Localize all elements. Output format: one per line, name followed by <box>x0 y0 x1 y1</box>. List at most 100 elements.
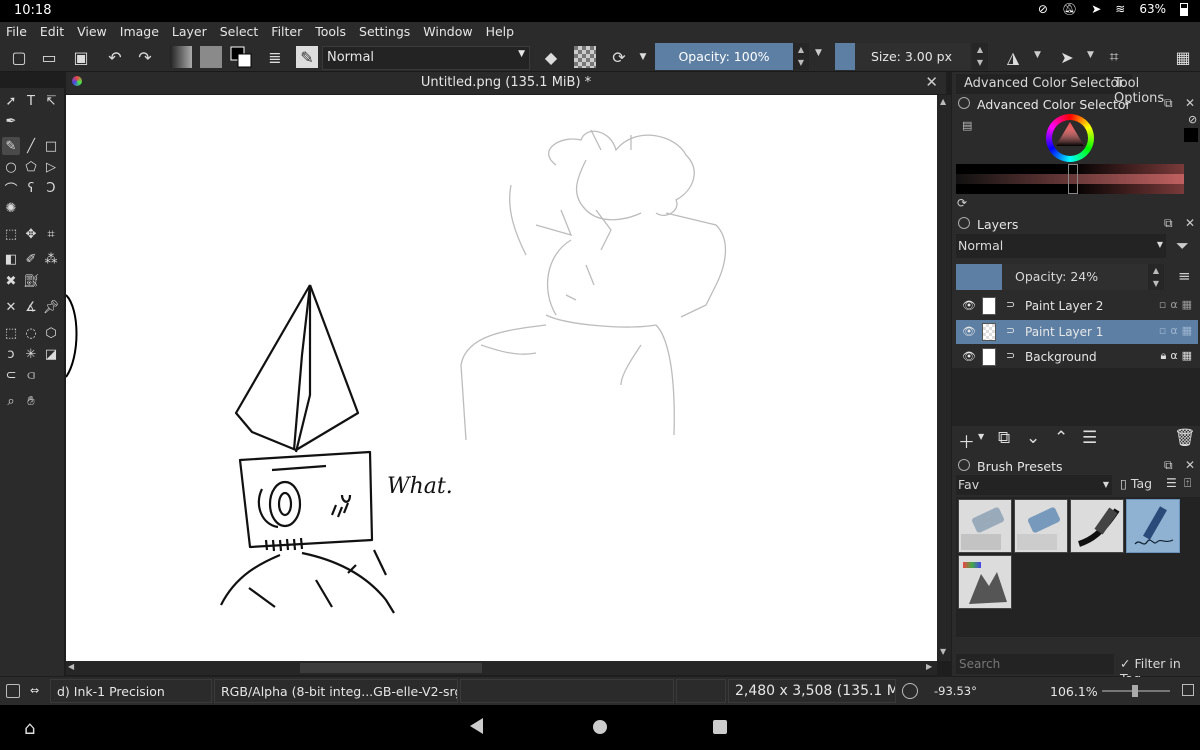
layer-row[interactable]: 👁︎ ⊃ Background 🔒︎α▦ <box>956 345 1198 369</box>
color-picker-icon[interactable]: ✐ <box>22 250 40 268</box>
move-layer-down-icon[interactable]: ⌄ <box>1026 428 1040 448</box>
scroll-down-icon[interactable]: ▼ <box>940 647 946 656</box>
eye-icon[interactable]: 👁︎ <box>962 350 976 363</box>
no-color-icon[interactable]: ⊘ <box>1188 113 1197 126</box>
menu-file[interactable]: File <box>3 22 30 41</box>
rotation-icon[interactable] <box>902 683 918 699</box>
layer-opacity-spin[interactable]: ▲ ▼ <box>1148 264 1164 290</box>
menu-image[interactable]: Image <box>117 22 162 41</box>
menu-help[interactable]: Help <box>483 22 518 41</box>
menu-select[interactable]: Select <box>217 22 262 41</box>
layer-row[interactable]: 👁︎ ⊃ Paint Layer 1 ▫α▦ <box>956 320 1198 344</box>
opacity-spin-buttons[interactable]: ▲ ▼ <box>793 43 809 70</box>
close-icon[interactable]: ✕ <box>1185 458 1195 472</box>
polyline-tool-icon[interactable]: ▷ <box>42 158 60 176</box>
tag-button[interactable]: ▯ Tag <box>1120 476 1152 491</box>
line-tool-icon[interactable]: ╱ <box>22 137 40 155</box>
fill-tool-icon[interactable]: ⛽︎ <box>22 272 40 290</box>
add-layer-icon[interactable]: ＋ <box>958 428 975 453</box>
hue-ring[interactable] <box>1046 114 1094 162</box>
menu-view[interactable]: View <box>74 22 110 41</box>
menu-layer[interactable]: Layer <box>169 22 210 41</box>
scroll-left-icon[interactable]: ◀ <box>68 662 74 671</box>
menu-filter[interactable]: Filter <box>268 22 305 41</box>
back-icon[interactable] <box>470 718 483 734</box>
eraser-soft-preset[interactable] <box>1014 499 1068 553</box>
close-icon[interactable]: ✕ <box>1185 96 1195 110</box>
polygon-select-icon[interactable]: ⬡ <box>42 324 60 342</box>
dynamic-brush-icon[interactable]: Ↄ <box>42 179 60 197</box>
fg-bg-color-icon[interactable] <box>230 46 252 68</box>
float-panel-icon[interactable]: ⧉ <box>1164 216 1173 231</box>
ellipse-select-icon[interactable]: ◌ <box>22 324 40 342</box>
chevron-down-icon[interactable]: ▼ <box>1034 50 1041 60</box>
workspace-icon[interactable]: ▦ <box>1172 46 1194 68</box>
vertical-scrollbar[interactable]: ▲ ▼ <box>937 95 951 661</box>
accessibility-icon[interactable]: ⌂ <box>24 718 35 739</box>
layer-opacity-fill[interactable] <box>956 264 1002 290</box>
save-icon[interactable]: ▣ <box>70 46 92 68</box>
alpha-lock-icon[interactable] <box>574 46 596 68</box>
menu-tools[interactable]: Tools <box>312 22 349 41</box>
assistant-tool-icon[interactable]: ✕ <box>2 298 20 316</box>
similar-select-icon[interactable]: ◪ <box>42 345 60 363</box>
horizontal-scrollbar[interactable]: ◀ ▶ <box>66 661 937 675</box>
zoom-tool-icon[interactable]: ⌕ <box>2 392 20 410</box>
chevron-down-icon[interactable]: ▼ <box>1087 50 1094 60</box>
chevron-down-icon[interactable]: ▼ <box>815 48 822 58</box>
import-icon[interactable]: ⍐ <box>1184 476 1191 491</box>
colorize-mask-icon[interactable]: ✖ <box>2 272 20 290</box>
layer-row[interactable]: 👁︎ ⊃ Paint Layer 2 ▫α▦ <box>956 294 1198 318</box>
close-icon[interactable]: ✕ <box>1185 216 1195 230</box>
zoom-slider[interactable] <box>1102 685 1170 697</box>
move-layer-up-icon[interactable]: ⌃ <box>1054 428 1068 448</box>
layer-opacity-slider[interactable]: Opacity: 24% <box>1002 264 1148 290</box>
layer-blend-select[interactable]: Normal ▼ <box>956 234 1166 258</box>
smudge-preset[interactable] <box>958 555 1012 609</box>
multibrush-icon[interactable]: ✺ <box>2 199 20 217</box>
ink-precision-preset[interactable] <box>1126 499 1180 553</box>
gradient-tool-icon[interactable]: ◧ <box>2 250 20 268</box>
undo-icon[interactable]: ↶ <box>104 46 126 68</box>
size-slider[interactable]: Size: 3.00 px <box>835 43 970 70</box>
new-document-icon[interactable]: ▢ <box>8 46 30 68</box>
filter-icon[interactable]: ⏷ <box>1176 236 1189 256</box>
current-color-swatch[interactable] <box>1184 128 1198 142</box>
pan-tool-icon[interactable]: ✋︎ <box>22 392 40 410</box>
size-spin-buttons[interactable]: ▲ ▼ <box>972 43 988 70</box>
gradient-icon[interactable] <box>170 46 192 68</box>
zoom-slider-handle[interactable] <box>1132 685 1138 697</box>
redo-icon[interactable]: ↷ <box>134 46 156 68</box>
move-tool-icon[interactable]: ✥ <box>22 225 40 243</box>
edit-shapes-icon[interactable]: ↸ <box>42 92 60 110</box>
color-triangle[interactable] <box>1054 120 1086 152</box>
fullscreen-icon[interactable] <box>1182 684 1194 696</box>
smart-patch-icon[interactable]: ⁂ <box>42 250 60 268</box>
calligraphy-icon[interactable]: ✒ <box>2 112 20 130</box>
polygon-tool-icon[interactable]: ⬠ <box>22 158 40 176</box>
float-panel-icon[interactable]: ⧉ <box>1164 96 1173 111</box>
mirror-horizontal-icon[interactable]: ◮ <box>1002 46 1024 68</box>
freehand-path-icon[interactable]: ʕ <box>22 179 40 197</box>
rect-select-icon[interactable]: ⬚ <box>2 324 20 342</box>
magic-wand-icon[interactable]: ✳ <box>22 345 40 363</box>
scroll-right-icon[interactable]: ▶ <box>926 662 932 671</box>
brush-settings-icon[interactable]: ≣ <box>264 46 286 68</box>
layer-properties-icon[interactable]: ☰ <box>1082 428 1097 448</box>
bezier-select-icon[interactable]: ⊂ <box>2 366 20 384</box>
wrap-around-icon[interactable]: ⌗ <box>1103 46 1125 68</box>
tab-tool-options[interactable]: Tool Options <box>1106 74 1200 106</box>
chevron-down-icon[interactable]: ▼ <box>632 46 654 68</box>
brush-tag-select[interactable]: Fav ▼ <box>956 475 1112 495</box>
eye-icon[interactable]: 👁︎ <box>962 325 976 338</box>
eraser-preset[interactable] <box>958 499 1012 553</box>
close-icon[interactable]: ✕ <box>925 73 938 91</box>
scrollbar-thumb[interactable] <box>300 663 482 673</box>
layer-flags-icon[interactable]: ▫α▦ <box>1159 298 1196 311</box>
color-history-strip[interactable] <box>956 164 1184 194</box>
layers-menu-icon[interactable]: ≡ <box>1178 267 1191 285</box>
reference-tool-icon[interactable]: 📌︎ <box>42 298 60 316</box>
layer-flags-icon[interactable]: ▫α▦ <box>1159 324 1196 337</box>
menu-edit[interactable]: Edit <box>37 22 67 41</box>
delete-layer-icon[interactable]: 🗑︎ <box>1174 428 1196 448</box>
